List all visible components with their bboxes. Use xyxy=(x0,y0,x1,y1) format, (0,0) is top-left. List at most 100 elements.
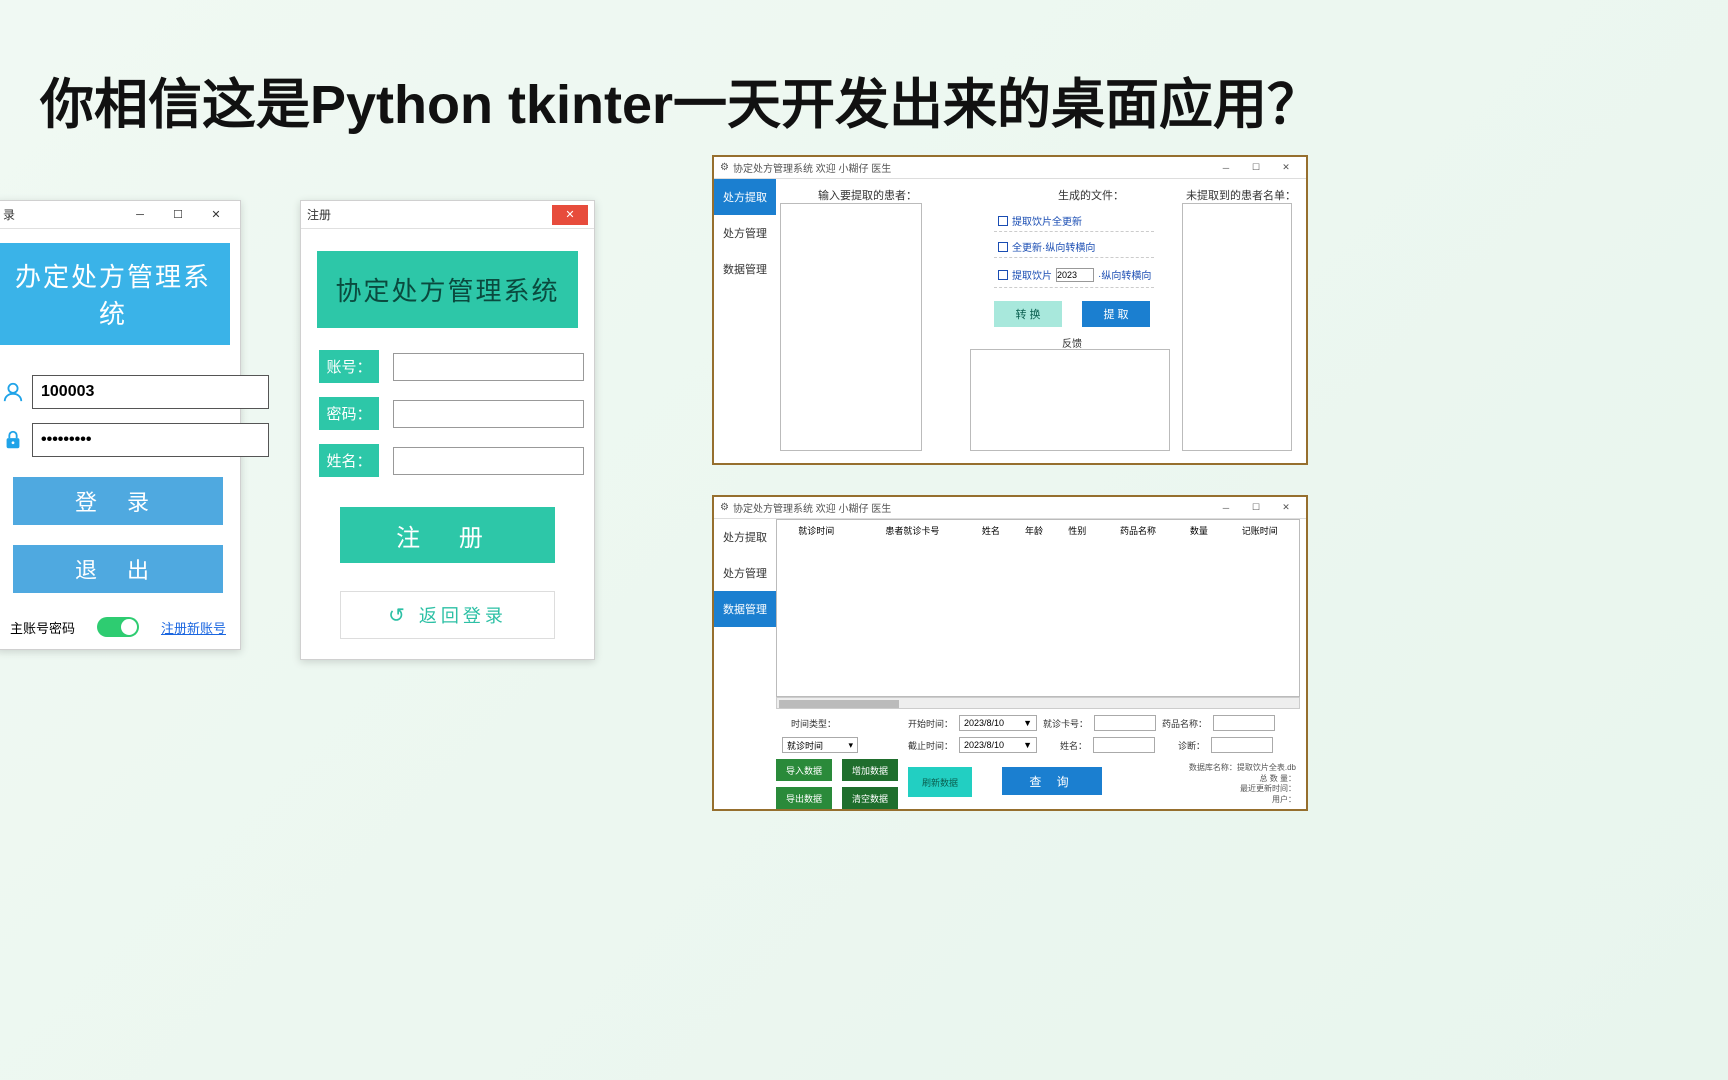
name-label: 姓名： xyxy=(1043,739,1087,752)
chk-full-update[interactable]: 提取饮片全更新 xyxy=(998,213,1082,228)
register-title: 注册 xyxy=(307,206,331,223)
login-footer: 主账号密码 注册新账号 xyxy=(0,593,240,649)
export-button[interactable]: 导出数据 xyxy=(776,787,832,809)
clear-button[interactable]: 清空数据 xyxy=(842,787,898,809)
remember-label: 主账号密码 xyxy=(10,618,75,637)
tab-extract[interactable]: 处方提取 xyxy=(714,179,776,215)
tab-manage[interactable]: 处方管理 xyxy=(714,215,776,251)
register-window: 注册 ✕ 协定处方管理系统 账号： 密码： 姓名： 注 册 ↺ 返回登录 xyxy=(300,200,595,660)
input-patients-label: 输入要提取的患者： xyxy=(818,187,917,203)
name-label: 姓名： xyxy=(319,444,379,477)
reg-password-input[interactable] xyxy=(393,400,584,428)
register-banner: 协定处方管理系统 xyxy=(317,251,578,328)
exit-button[interactable]: 退 出 xyxy=(13,545,223,593)
chevron-down-icon: ▼ xyxy=(1023,740,1032,750)
convert-button[interactable]: 转 换 xyxy=(994,301,1062,327)
back-to-login-button[interactable]: ↺ 返回登录 xyxy=(340,591,555,639)
col-name[interactable]: 姓名 xyxy=(969,520,1012,541)
data-content: 就诊时间 患者就诊卡号 姓名 年龄 性别 药品名称 数量 记账时间 时间类型： … xyxy=(776,519,1306,809)
col-gender[interactable]: 性别 xyxy=(1056,520,1099,541)
window-controls: ─ ☐ ✕ xyxy=(1212,500,1300,516)
tab-extract[interactable]: 处方提取 xyxy=(714,519,776,555)
close-button[interactable]: ✕ xyxy=(198,205,234,225)
card-label: 就诊卡号： xyxy=(1043,717,1088,730)
extract-button[interactable]: 提 取 xyxy=(1082,301,1150,327)
extract-title: 协定处方管理系统 欢迎 小糊仔 医生 xyxy=(733,160,891,175)
chevron-down-icon: ▼ xyxy=(1023,718,1032,728)
window-controls: ✕ xyxy=(552,205,588,225)
chk-full-transpose[interactable]: 全更新·纵向转横向 xyxy=(998,239,1095,254)
user-icon xyxy=(2,379,24,405)
col-card-no[interactable]: 患者就诊卡号 xyxy=(855,520,969,541)
name-input[interactable] xyxy=(1093,737,1155,753)
minimize-button[interactable]: ─ xyxy=(1212,500,1240,516)
drug-input[interactable] xyxy=(1213,715,1275,731)
data-body: 处方提取 处方管理 数据管理 就诊时间 患者就诊卡号 姓名 年龄 性别 药品名称… xyxy=(714,519,1306,809)
account-label: 账号： xyxy=(319,350,379,383)
lock-icon xyxy=(2,427,24,453)
minimize-button[interactable]: ─ xyxy=(1212,160,1240,176)
name-row: 姓名： xyxy=(319,444,576,477)
tab-data[interactable]: 数据管理 xyxy=(714,251,776,287)
col-age[interactable]: 年龄 xyxy=(1012,520,1055,541)
minimize-button[interactable]: ─ xyxy=(122,205,158,225)
query-button[interactable]: 查 询 xyxy=(1002,767,1102,795)
start-date-picker[interactable]: 2023/8/10▼ xyxy=(959,715,1037,731)
back-label: 返回登录 xyxy=(419,602,507,628)
col-bill-time[interactable]: 记账时间 xyxy=(1220,520,1299,541)
refresh-button[interactable]: 刷新数据 xyxy=(908,767,972,797)
unextracted-label: 未提取到的患者名单： xyxy=(1186,187,1296,203)
register-link[interactable]: 注册新账号 xyxy=(161,618,226,637)
end-date-picker[interactable]: 2023/8/10▼ xyxy=(959,737,1037,753)
col-qty[interactable]: 数量 xyxy=(1177,520,1220,541)
app-icon: ⚙ xyxy=(720,502,729,513)
password-input[interactable] xyxy=(32,423,269,457)
card-input[interactable] xyxy=(1094,715,1156,731)
close-button[interactable]: ✕ xyxy=(1272,500,1300,516)
account-input[interactable] xyxy=(393,353,584,381)
name-input[interactable] xyxy=(393,447,584,475)
data-grid[interactable]: 就诊时间 患者就诊卡号 姓名 年龄 性别 药品名称 数量 记账时间 xyxy=(776,519,1300,697)
import-button[interactable]: 导入数据 xyxy=(776,759,832,781)
start-label: 开始时间： xyxy=(908,717,953,730)
app-icon: ⚙ xyxy=(720,162,729,173)
login-banner: 办定处方管理系统 xyxy=(0,243,230,345)
password-row: 密码： xyxy=(319,397,576,430)
end-label: 截止时间： xyxy=(908,739,953,752)
register-button[interactable]: 注 册 xyxy=(340,507,555,563)
feedback-label: 反馈 xyxy=(1062,335,1082,350)
input-patients-list[interactable] xyxy=(780,203,922,451)
account-row: 账号： xyxy=(319,350,576,383)
h-scrollbar[interactable] xyxy=(776,697,1300,709)
data-sidenav: 处方提取 处方管理 数据管理 xyxy=(714,519,776,809)
maximize-button[interactable]: ☐ xyxy=(1242,160,1270,176)
extract-window: ⚙ 协定处方管理系统 欢迎 小糊仔 医生 ─ ☐ ✕ 处方提取 处方管理 数据管… xyxy=(712,155,1308,465)
close-button[interactable]: ✕ xyxy=(552,205,588,225)
username-input[interactable] xyxy=(32,375,269,409)
tab-manage[interactable]: 处方管理 xyxy=(714,555,776,591)
add-button[interactable]: 增加数据 xyxy=(842,759,898,781)
login-button[interactable]: 登 录 xyxy=(13,477,223,525)
data-window: ⚙ 协定处方管理系统 欢迎 小糊仔 医生 ─ ☐ ✕ 处方提取 处方管理 数据管… xyxy=(712,495,1308,811)
db-meta: 数据库名称：提取饮片全表.db 总 数 量： 最近更新时间： 用户： xyxy=(1189,763,1296,805)
maximize-button[interactable]: ☐ xyxy=(160,205,196,225)
back-arrow-icon: ↺ xyxy=(388,603,409,628)
col-visit-time[interactable]: 就诊时间 xyxy=(777,520,855,541)
tab-data[interactable]: 数据管理 xyxy=(714,591,776,627)
feedback-box[interactable] xyxy=(970,349,1170,451)
diag-input[interactable] xyxy=(1211,737,1273,753)
maximize-button[interactable]: ☐ xyxy=(1242,500,1270,516)
unextracted-list[interactable] xyxy=(1182,203,1292,451)
data-title: 协定处方管理系统 欢迎 小糊仔 医生 xyxy=(733,500,891,515)
login-titlebar: 录 ─ ☐ ✕ xyxy=(0,201,240,229)
col-drug[interactable]: 药品名称 xyxy=(1099,520,1177,541)
remember-toggle[interactable] xyxy=(97,617,139,637)
headline: 你相信这是Python tkinter一天开发出来的桌面应用？ xyxy=(40,60,1321,139)
time-type-select[interactable]: 就诊时间▾ xyxy=(782,737,858,753)
password-row xyxy=(2,423,230,457)
extract-sidenav: 处方提取 处方管理 数据管理 xyxy=(714,179,776,463)
close-button[interactable]: ✕ xyxy=(1272,160,1300,176)
register-titlebar: 注册 ✕ xyxy=(301,201,594,229)
year-input[interactable] xyxy=(1056,268,1094,282)
chk-year-transpose[interactable]: 提取饮片 ·纵向转横向 xyxy=(998,267,1151,282)
